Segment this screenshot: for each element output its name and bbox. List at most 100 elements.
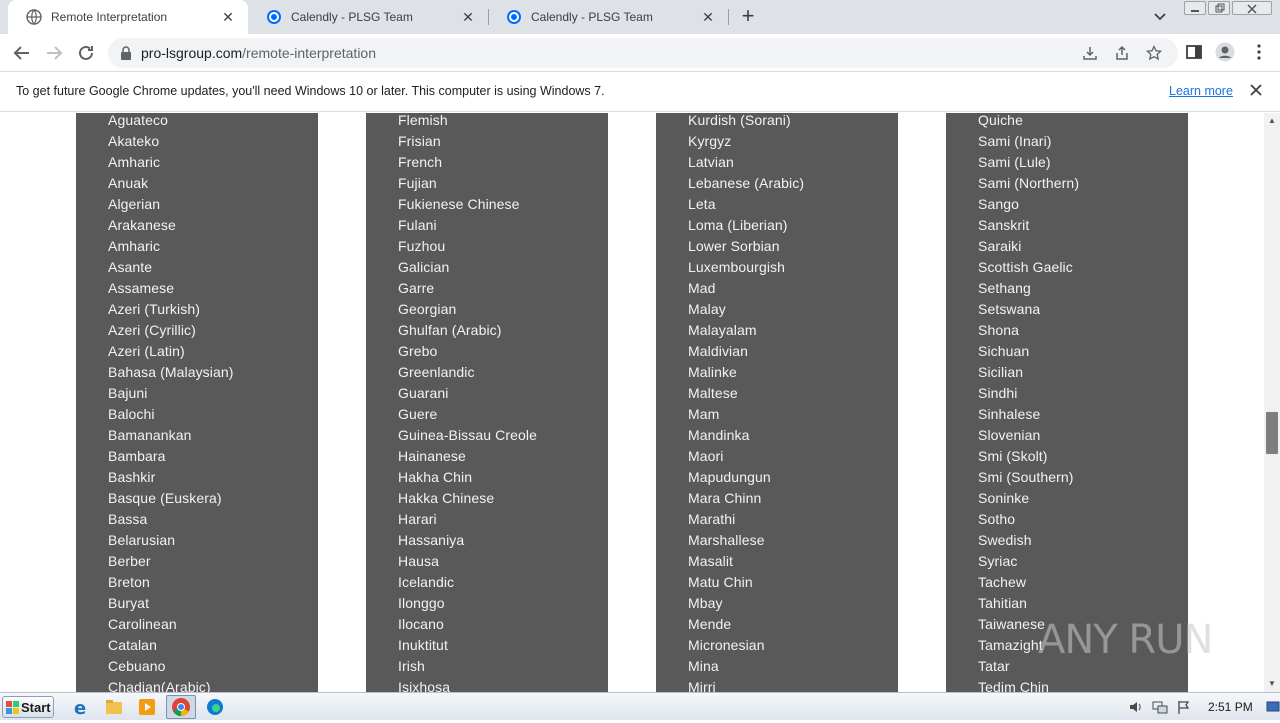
language-item: Garre [398,280,435,296]
language-item: Akateko [108,133,160,149]
clock[interactable]: 2:51 PM [1208,700,1253,714]
tab-calendly-2[interactable]: Calendly - PLSG Team ✕ [488,0,728,34]
tab-title: Calendly - PLSG Team [291,10,413,24]
tab-close-icon[interactable]: ✕ [700,9,716,25]
language-item: Mara Chinn [688,490,762,506]
language-item: Leta [688,196,716,212]
language-item: Sethang [978,280,1031,296]
volume-icon[interactable] [1128,699,1144,715]
reload-icon[interactable] [75,42,97,64]
menu-kebab-icon[interactable] [1249,42,1269,62]
language-item: Quiche [978,113,1023,128]
learn-more-link[interactable]: Learn more [1169,84,1233,98]
language-item: Ilonggo [398,595,445,611]
chrome-taskbar-button[interactable] [166,695,196,719]
language-item: Azeri (Latin) [108,343,185,359]
language-item: Mandinka [688,427,750,443]
share-icon[interactable] [1114,45,1130,61]
start-button[interactable]: Start [2,696,54,718]
language-item: Belarusian [108,532,176,548]
language-item: Sichuan [978,343,1030,359]
language-item: Mbay [688,595,723,611]
minimize-icon [1191,10,1199,12]
minimize-button[interactable] [1184,1,1206,15]
language-item: Catalan [108,637,157,653]
language-column-2: Flemish Frisian French Fujian Fukienese Chin… [366,113,608,692]
tab-close-icon[interactable]: ✕ [220,9,236,25]
language-item: Bajuni [108,385,148,401]
language-item: Sanskrit [978,217,1030,233]
scroll-up-arrow-icon[interactable]: ▲ [1264,113,1280,129]
language-item: Malay [688,301,726,317]
language-item: Lebanese (Arabic) [688,175,805,191]
page-scrollbar[interactable]: ▲ ▼ [1264,113,1280,692]
language-item: Kurdish (Sorani) [688,113,791,128]
language-item: Icelandic [398,574,455,590]
language-item: Mam [688,406,720,422]
tab-remote-interpretation[interactable]: Remote Interpretation ✕ [8,0,248,34]
tab-search-chevron-icon[interactable] [1150,8,1170,26]
language-column-4: Quiche Sami (Inari) Sami (Lule) Sami (North… [946,113,1188,692]
language-item: Basque (Euskera) [108,490,222,506]
language-item: Mirri [688,679,716,692]
language-item: Mende [688,616,732,632]
action-center-flag-icon[interactable] [1176,699,1192,715]
new-tab-button[interactable]: + [736,5,760,29]
language-item: Maltese [688,385,738,401]
scroll-down-arrow-icon[interactable]: ▼ [1264,676,1280,692]
install-icon[interactable] [1082,45,1098,61]
language-item: Algerian [108,196,161,212]
language-item: Sami (Lule) [978,154,1051,170]
language-item: Harari [398,511,437,527]
windows-taskbar: Start e 2:51 PM [0,692,1280,720]
language-item: Slovenian [978,427,1041,443]
language-item: Kyrgyz [688,133,732,149]
svg-text:e: e [74,698,86,719]
url-text[interactable]: pro-lsgroup.com/remote-interpretation [141,45,376,61]
language-item: Syriac [978,553,1018,569]
close-window-button[interactable] [1232,1,1272,15]
internet-explorer-icon[interactable]: e [68,695,94,719]
windows-logo-icon [6,701,19,714]
tab-calendly-1[interactable]: Calendly - PLSG Team ✕ [248,0,488,34]
language-item: Assamese [108,280,175,296]
bookmark-star-icon[interactable] [1146,45,1162,61]
edge-icon[interactable] [202,695,228,719]
profile-avatar-icon[interactable] [1215,42,1235,62]
language-item: Ilocano [398,616,444,632]
side-panel-icon[interactable] [1184,42,1204,62]
language-item: Loma (Liberian) [688,217,788,233]
tab-close-icon[interactable]: ✕ [460,9,476,25]
language-item: Marathi [688,511,736,527]
language-item: Tedim Chin [978,679,1050,692]
language-item: Fujian [398,175,437,191]
tab-strip: Remote Interpretation ✕ Calendly - PLSG … [0,0,1280,34]
language-item: Azeri (Turkish) [108,301,200,317]
language-item: Irish [398,658,425,674]
language-item: Lower Sorbian [688,238,780,254]
language-item: Bahasa (Malaysian) [108,364,234,380]
language-item: Maldivian [688,343,749,359]
language-item: Maori [688,448,724,464]
scrollbar-thumb[interactable] [1266,412,1278,454]
language-item: Sicilian [978,364,1024,380]
language-item: Carolinean [108,616,177,632]
back-arrow-icon[interactable] [11,42,33,64]
show-desktop-icon[interactable] [1266,699,1280,715]
close-icon[interactable] [1248,82,1264,98]
language-item: Sami (Inari) [978,133,1052,149]
language-item: Fuzhou [398,238,446,254]
language-item: Chadian(Arabic) [108,679,211,692]
language-item: Hakka Chinese [398,490,495,506]
lock-icon[interactable] [120,46,132,60]
network-icon[interactable] [1152,699,1168,715]
address-bar[interactable]: pro-lsgroup.com/remote-interpretation [108,38,1178,68]
forward-arrow-icon[interactable] [43,42,65,64]
media-player-icon[interactable] [134,695,160,719]
infobar-message: To get future Google Chrome updates, you… [16,84,605,98]
file-explorer-icon[interactable] [101,695,127,719]
language-item: Fukienese Chinese [398,196,520,212]
language-item: Aguateco [108,113,168,128]
language-item: Smi (Skolt) [978,448,1048,464]
restore-button[interactable] [1208,1,1230,15]
